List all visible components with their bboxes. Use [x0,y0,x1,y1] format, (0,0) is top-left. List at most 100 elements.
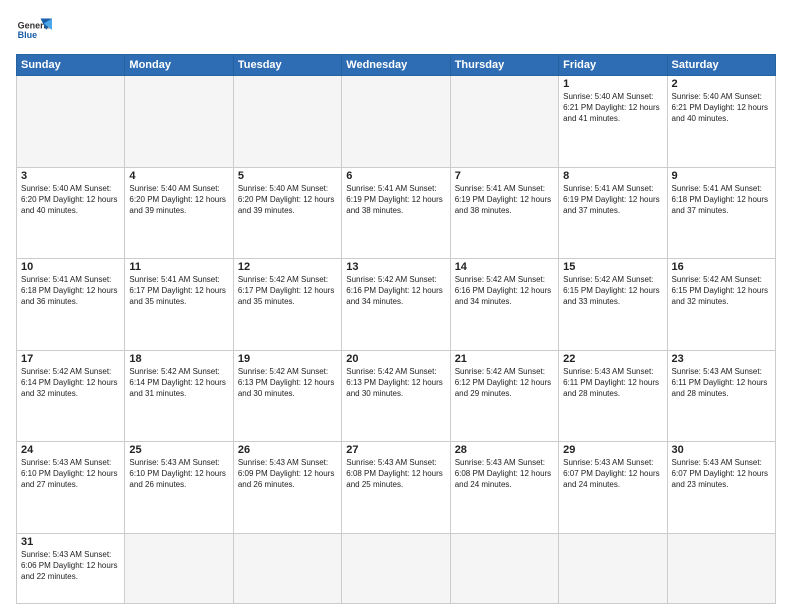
day-info: Sunrise: 5:42 AM Sunset: 6:12 PM Dayligh… [455,366,554,400]
day-info: Sunrise: 5:40 AM Sunset: 6:20 PM Dayligh… [129,183,228,217]
day-number: 29 [563,444,662,456]
weekday-header-friday: Friday [559,55,667,76]
weekday-header-wednesday: Wednesday [342,55,450,76]
calendar-cell: 22Sunrise: 5:43 AM Sunset: 6:11 PM Dayli… [559,350,667,442]
calendar-cell: 29Sunrise: 5:43 AM Sunset: 6:07 PM Dayli… [559,442,667,534]
logo: General Blue [16,12,52,48]
day-number: 28 [455,444,554,456]
calendar-cell: 16Sunrise: 5:42 AM Sunset: 6:15 PM Dayli… [667,259,775,351]
calendar-week-5: 31Sunrise: 5:43 AM Sunset: 6:06 PM Dayli… [17,533,776,603]
day-info: Sunrise: 5:43 AM Sunset: 6:11 PM Dayligh… [672,366,771,400]
day-info: Sunrise: 5:41 AM Sunset: 6:17 PM Dayligh… [129,274,228,308]
day-info: Sunrise: 5:42 AM Sunset: 6:13 PM Dayligh… [238,366,337,400]
calendar-cell: 19Sunrise: 5:42 AM Sunset: 6:13 PM Dayli… [233,350,341,442]
day-number: 18 [129,353,228,365]
weekday-header-row: SundayMondayTuesdayWednesdayThursdayFrid… [17,55,776,76]
day-number: 9 [672,170,771,182]
day-info: Sunrise: 5:42 AM Sunset: 6:15 PM Dayligh… [563,274,662,308]
weekday-header-sunday: Sunday [17,55,125,76]
calendar-cell: 17Sunrise: 5:42 AM Sunset: 6:14 PM Dayli… [17,350,125,442]
calendar-week-3: 17Sunrise: 5:42 AM Sunset: 6:14 PM Dayli… [17,350,776,442]
day-info: Sunrise: 5:43 AM Sunset: 6:11 PM Dayligh… [563,366,662,400]
day-number: 10 [21,261,120,273]
day-info: Sunrise: 5:40 AM Sunset: 6:21 PM Dayligh… [563,91,662,125]
calendar-cell [125,533,233,603]
calendar-cell: 10Sunrise: 5:41 AM Sunset: 6:18 PM Dayli… [17,259,125,351]
calendar-cell: 9Sunrise: 5:41 AM Sunset: 6:18 PM Daylig… [667,167,775,259]
calendar-cell: 2Sunrise: 5:40 AM Sunset: 6:21 PM Daylig… [667,76,775,168]
calendar-cell: 24Sunrise: 5:43 AM Sunset: 6:10 PM Dayli… [17,442,125,534]
calendar-cell: 23Sunrise: 5:43 AM Sunset: 6:11 PM Dayli… [667,350,775,442]
weekday-header-monday: Monday [125,55,233,76]
calendar-cell [559,533,667,603]
calendar-cell: 5Sunrise: 5:40 AM Sunset: 6:20 PM Daylig… [233,167,341,259]
day-number: 27 [346,444,445,456]
day-number: 16 [672,261,771,273]
day-number: 6 [346,170,445,182]
day-info: Sunrise: 5:42 AM Sunset: 6:13 PM Dayligh… [346,366,445,400]
svg-text:Blue: Blue [18,30,38,40]
calendar-cell: 12Sunrise: 5:42 AM Sunset: 6:17 PM Dayli… [233,259,341,351]
calendar-cell: 31Sunrise: 5:43 AM Sunset: 6:06 PM Dayli… [17,533,125,603]
calendar-cell [125,76,233,168]
calendar-week-4: 24Sunrise: 5:43 AM Sunset: 6:10 PM Dayli… [17,442,776,534]
calendar-cell: 7Sunrise: 5:41 AM Sunset: 6:19 PM Daylig… [450,167,558,259]
calendar-cell [450,533,558,603]
day-info: Sunrise: 5:43 AM Sunset: 6:09 PM Dayligh… [238,457,337,491]
calendar-cell: 27Sunrise: 5:43 AM Sunset: 6:08 PM Dayli… [342,442,450,534]
day-info: Sunrise: 5:43 AM Sunset: 6:08 PM Dayligh… [455,457,554,491]
day-number: 26 [238,444,337,456]
day-number: 2 [672,78,771,90]
calendar-cell: 30Sunrise: 5:43 AM Sunset: 6:07 PM Dayli… [667,442,775,534]
calendar-cell: 14Sunrise: 5:42 AM Sunset: 6:16 PM Dayli… [450,259,558,351]
generalblue-logo-icon: General Blue [16,12,52,48]
day-number: 21 [455,353,554,365]
day-number: 3 [21,170,120,182]
calendar-cell: 15Sunrise: 5:42 AM Sunset: 6:15 PM Dayli… [559,259,667,351]
day-info: Sunrise: 5:43 AM Sunset: 6:07 PM Dayligh… [563,457,662,491]
day-info: Sunrise: 5:43 AM Sunset: 6:06 PM Dayligh… [21,549,120,583]
day-info: Sunrise: 5:40 AM Sunset: 6:20 PM Dayligh… [21,183,120,217]
calendar-body: 1Sunrise: 5:40 AM Sunset: 6:21 PM Daylig… [17,76,776,604]
day-number: 24 [21,444,120,456]
day-info: Sunrise: 5:40 AM Sunset: 6:21 PM Dayligh… [672,91,771,125]
day-number: 23 [672,353,771,365]
day-number: 4 [129,170,228,182]
weekday-header-saturday: Saturday [667,55,775,76]
day-number: 12 [238,261,337,273]
day-info: Sunrise: 5:41 AM Sunset: 6:19 PM Dayligh… [563,183,662,217]
day-info: Sunrise: 5:43 AM Sunset: 6:10 PM Dayligh… [21,457,120,491]
weekday-header-tuesday: Tuesday [233,55,341,76]
day-info: Sunrise: 5:42 AM Sunset: 6:17 PM Dayligh… [238,274,337,308]
calendar-cell [450,76,558,168]
day-number: 1 [563,78,662,90]
day-number: 20 [346,353,445,365]
calendar-cell: 6Sunrise: 5:41 AM Sunset: 6:19 PM Daylig… [342,167,450,259]
calendar-cell: 3Sunrise: 5:40 AM Sunset: 6:20 PM Daylig… [17,167,125,259]
calendar-table: SundayMondayTuesdayWednesdayThursdayFrid… [16,54,776,604]
calendar-header: SundayMondayTuesdayWednesdayThursdayFrid… [17,55,776,76]
calendar-cell: 25Sunrise: 5:43 AM Sunset: 6:10 PM Dayli… [125,442,233,534]
day-number: 5 [238,170,337,182]
day-number: 31 [21,536,120,548]
calendar-cell: 21Sunrise: 5:42 AM Sunset: 6:12 PM Dayli… [450,350,558,442]
day-number: 13 [346,261,445,273]
weekday-header-thursday: Thursday [450,55,558,76]
calendar-cell [17,76,125,168]
day-number: 17 [21,353,120,365]
day-info: Sunrise: 5:43 AM Sunset: 6:08 PM Dayligh… [346,457,445,491]
calendar-cell: 1Sunrise: 5:40 AM Sunset: 6:21 PM Daylig… [559,76,667,168]
page: General Blue SundayMondayTuesdayWednesda… [0,0,792,612]
calendar-cell: 11Sunrise: 5:41 AM Sunset: 6:17 PM Dayli… [125,259,233,351]
day-number: 15 [563,261,662,273]
day-info: Sunrise: 5:41 AM Sunset: 6:19 PM Dayligh… [346,183,445,217]
day-info: Sunrise: 5:43 AM Sunset: 6:07 PM Dayligh… [672,457,771,491]
day-number: 30 [672,444,771,456]
day-number: 11 [129,261,228,273]
day-info: Sunrise: 5:43 AM Sunset: 6:10 PM Dayligh… [129,457,228,491]
calendar-cell [342,76,450,168]
calendar-cell: 8Sunrise: 5:41 AM Sunset: 6:19 PM Daylig… [559,167,667,259]
calendar-cell: 4Sunrise: 5:40 AM Sunset: 6:20 PM Daylig… [125,167,233,259]
day-number: 25 [129,444,228,456]
calendar-cell: 20Sunrise: 5:42 AM Sunset: 6:13 PM Dayli… [342,350,450,442]
